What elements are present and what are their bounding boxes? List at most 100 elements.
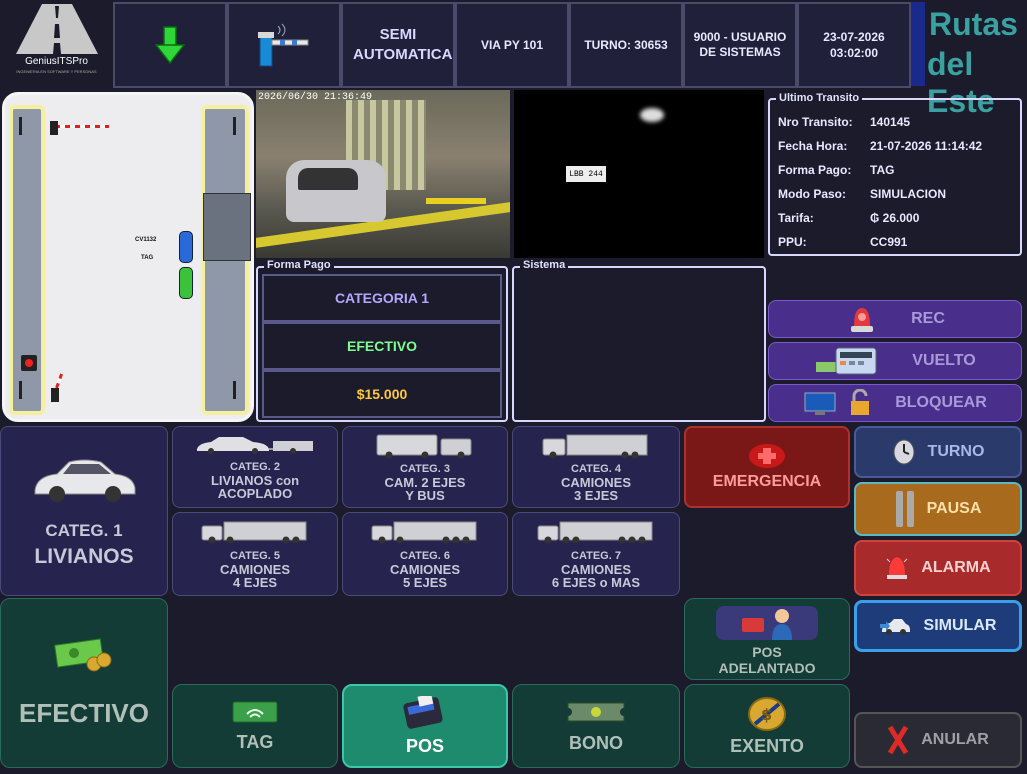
cat4-line1: CATEG. 4 [571, 462, 621, 475]
turno-button[interactable]: TURNO [854, 426, 1022, 478]
cat3-line1: CATEG. 3 [400, 462, 450, 475]
emergencia-button[interactable]: EMERGENCIA [684, 426, 850, 508]
vuelto-button[interactable]: VUELTO [768, 342, 1022, 380]
siren-icon [851, 308, 874, 332]
transit-value: 21-07-2026 11:14:42 [870, 139, 983, 153]
transit-row: PPU: CC991 [778, 230, 1020, 254]
transit-key: Tarifa: [778, 211, 814, 225]
barrier-camera [426, 198, 486, 204]
transit-value: 140145 [870, 115, 911, 129]
cash-coins-icon [54, 637, 112, 671]
brand-logo: Rutas del Este [911, 2, 1027, 119]
tag-button-label: TAG [236, 731, 274, 752]
turno-button-label: TURNO [927, 443, 985, 460]
category-4-button[interactable]: CATEG. 4 CAMIONES 3 EJES [512, 426, 680, 508]
category-2-button[interactable]: CATEG. 2 LIVIANOS con ACOPLADO [172, 426, 338, 508]
efectivo-button[interactable]: EFECTIVO [0, 598, 168, 768]
bloquear-label: BLOQUEAR [895, 394, 987, 411]
pause-icon [895, 491, 914, 527]
brand-accent [911, 2, 925, 86]
emergencia-label: EMERGENCIA [712, 473, 822, 490]
rec-button[interactable]: REC [768, 300, 1022, 338]
pausa-label: PAUSA [926, 500, 982, 517]
cat6-line3: 5 EJES [402, 574, 448, 590]
lane-post-2 [19, 381, 22, 399]
alarma-label: ALARMA [921, 559, 991, 576]
date-text: 23-07-2026 [823, 30, 885, 44]
voucher-icon [566, 702, 626, 721]
amount-due: $15.000 [262, 370, 502, 418]
transit-value: ₲ 26.000 [870, 211, 920, 225]
operation-mode: SEMI AUTOMATICA [341, 2, 455, 88]
bono-button[interactable]: BONO [512, 684, 680, 768]
last-transit-title: Ultimo Transito [776, 92, 863, 104]
cat7-line3: 6 EJES o MAS [551, 574, 641, 590]
category-6-button[interactable]: CATEG. 6 CAMIONES 5 EJES [342, 512, 508, 596]
exento-button[interactable]: $ EXENTO [684, 684, 850, 768]
transit-row: Modo Paso: SIMULACION [778, 182, 1020, 206]
cat4-line3: 3 EJES [573, 487, 619, 503]
pos-adelantado-button[interactable]: POS ADELANTADO [684, 598, 850, 680]
car-trailer-icon [197, 436, 313, 454]
exento-label: EXENTO [730, 735, 804, 756]
vehicle-id-label: CV1132 [135, 237, 157, 243]
camera-feed-plate: LBB 244 [514, 90, 764, 258]
category-7-button[interactable]: CATEG. 7 CAMIONES 6 EJES o MAS [512, 512, 680, 596]
cat7-line2: CAMIONES [560, 561, 632, 577]
license-plate: LBB 244 [566, 166, 606, 182]
pos-button[interactable]: POS [342, 684, 508, 768]
pos-adelantado-line2: ADELANTADO [718, 660, 816, 676]
lane-diagram: CV1132 TAG [2, 92, 254, 422]
alarma-button[interactable]: ALARMA [854, 540, 1022, 596]
category-3-button[interactable]: CATEG. 3 CAM. 2 EJES Y BUS [342, 426, 508, 508]
turno-label: TURNO: 30653 [569, 2, 683, 88]
bloquear-button[interactable]: BLOQUEAR [768, 384, 1022, 422]
transit-value: SIMULACION [870, 187, 946, 201]
cat7-line1: CATEG. 7 [571, 549, 621, 562]
calculator-money-icon [816, 347, 877, 375]
category-5-button[interactable]: CATEG. 5 CAMIONES 4 EJES [172, 512, 338, 596]
camera-feed-front: 2026/06/30 21:36:49 [256, 90, 510, 258]
time-text: 03:02:00 [829, 46, 879, 60]
pausa-button[interactable]: PAUSA [854, 482, 1022, 536]
via-label: VIA PY 101 [455, 2, 569, 88]
transit-value: CC991 [870, 235, 908, 249]
transit-key: Modo Paso: [778, 187, 846, 201]
pos-terminal-icon [403, 695, 443, 729]
cat5-line1: CATEG. 5 [230, 549, 280, 562]
medical-alert-icon [749, 444, 785, 468]
car-window [298, 168, 358, 190]
transit-row: Tarifa: ₲ 26.000 [778, 206, 1020, 230]
barrier-down-indicator[interactable] [113, 2, 227, 88]
cat1-line1: CATEG. 1 [45, 521, 123, 540]
simular-button[interactable]: SIMULAR [854, 600, 1022, 652]
transit-value: TAG [870, 163, 895, 177]
cat4-line2: CAMIONES [560, 474, 632, 490]
header-logo: GeniusITSPro INGENIERIA EN SOFTWARE Y PE… [0, 0, 113, 88]
transit-row: Fecha Hora: 21-07-2026 11:14:42 [778, 134, 1020, 158]
tag-antenna-indicator[interactable] [227, 2, 341, 88]
transit-key: PPU: [778, 235, 807, 249]
system-panel: Sistema [512, 259, 766, 422]
barrier-top [55, 125, 109, 128]
blue-car-icon [179, 231, 193, 263]
category-1-button[interactable]: CATEG. 1 LIVIANOS [0, 426, 168, 596]
cat3-line3: Y BUS [405, 487, 445, 503]
payment-summary-panel: Forma Pago CATEGORIA 1 EFECTIVO $15.000 [256, 259, 508, 422]
svg-text:$: $ [761, 705, 772, 724]
truck-5-axle-icon [371, 521, 477, 543]
simular-label: SIMULAR [923, 617, 997, 634]
cat6-line1: CATEG. 6 [400, 549, 450, 562]
rec-label: REC [911, 310, 945, 327]
road-logo-icon [15, 4, 98, 54]
anular-button[interactable]: ANULAR [854, 712, 1022, 768]
lane-post-4 [233, 381, 236, 399]
cat2-line3: ACOPLADO [217, 485, 293, 501]
pos-label: POS [405, 735, 444, 756]
cat3-line2: CAM. 2 EJES [384, 474, 466, 490]
truck-4-axle-icon [201, 521, 307, 543]
lock-screen-icon [804, 389, 870, 415]
tag-transponder-icon [232, 701, 278, 722]
last-transit-rows: Nro Transito: 140145 Fecha Hora: 21-07-2026… [778, 110, 1020, 254]
tag-button[interactable]: TAG [172, 684, 338, 768]
